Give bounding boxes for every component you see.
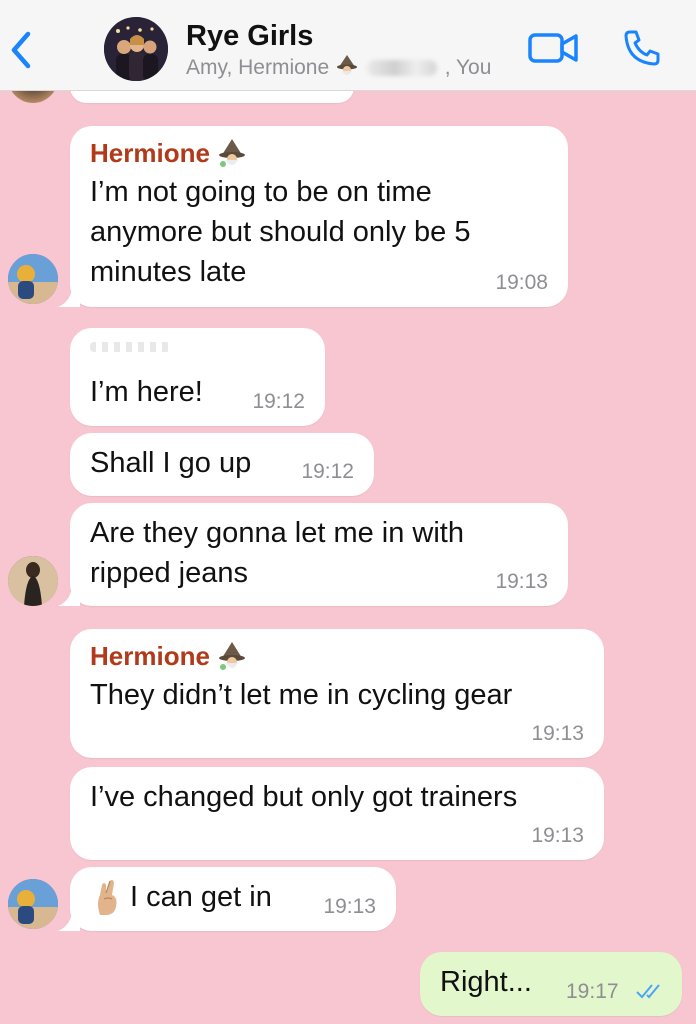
message-bubble[interactable]: Shall I go up 19:12 (70, 433, 374, 496)
chat-area[interactable]: Hermione I’m not going to be on time any… (0, 53, 696, 1024)
video-call-button[interactable] (528, 30, 580, 66)
video-camera-icon (528, 33, 578, 63)
group-avatar[interactable] (104, 17, 168, 81)
group-members[interactable]: Amy, Hermione , You (186, 55, 491, 80)
group-photo (104, 17, 168, 81)
wizard-emoji-icon (218, 138, 245, 167)
avatar[interactable] (8, 556, 58, 606)
chevron-left-icon (11, 31, 31, 69)
message-bubble[interactable]: I’m here! 19:12 (70, 328, 325, 426)
message-bubble[interactable]: Hermione They didn’t let me in cycling g… (70, 629, 604, 758)
message-time: 19:13 (323, 895, 376, 918)
members-left: Amy, Hermione (186, 56, 330, 79)
message-bubble[interactable]: I’ve changed but only got trainers 19:13 (70, 767, 604, 860)
avatar[interactable] (8, 254, 58, 304)
phone-icon (624, 30, 660, 66)
message-text: I’m here! (90, 376, 203, 408)
wizard-emoji-icon (335, 55, 365, 79)
voice-call-button[interactable] (622, 28, 662, 68)
bubble-tail (58, 285, 80, 307)
chat-header: Rye Girls Amy, Hermione , You (0, 0, 696, 91)
message-bubble[interactable]: I can get in 19:13 (70, 867, 396, 931)
message-time: 19:13 (495, 570, 548, 593)
wizard-emoji-icon (218, 641, 245, 670)
bubble-tail (58, 909, 80, 931)
message-time: 19:08 (495, 271, 548, 294)
message-time: 19:12 (252, 390, 305, 413)
crossed-fingers-emoji-icon (98, 879, 117, 915)
message-text: I’ve changed but only got trainers (90, 781, 518, 813)
message-time: 19:17 (566, 980, 619, 1003)
sender-name[interactable]: Hermione (90, 138, 248, 169)
outgoing-message-bubble[interactable]: Right... 19:17 (420, 952, 682, 1016)
message-text: Are they gonna let me in with ripped jea… (90, 517, 464, 589)
message-time: 19:12 (301, 460, 354, 483)
sender-name[interactable]: Hermione (90, 641, 248, 672)
message-text: I’m not going to be on time anymore but … (90, 176, 471, 288)
bubble-tail (58, 584, 80, 606)
message-text: Right... (440, 966, 532, 998)
message-time: 19:13 (531, 722, 584, 745)
message-text: They didn’t let me in cycling gear (90, 679, 513, 711)
message-text: Shall I go up (90, 447, 252, 479)
back-button[interactable] (6, 28, 36, 72)
redacted-name (366, 60, 437, 77)
message-bubble[interactable]: Hermione I’m not going to be on time any… (70, 126, 568, 307)
message-text: I can get in (130, 881, 272, 913)
redacted-sender-name (90, 342, 170, 352)
group-title[interactable]: Rye Girls (186, 20, 313, 53)
message-time: 19:13 (531, 824, 584, 847)
members-right: , You (444, 56, 492, 79)
avatar[interactable] (8, 879, 58, 929)
message-bubble[interactable]: Are they gonna let me in with ripped jea… (70, 503, 568, 606)
read-receipt-icon (636, 984, 660, 999)
